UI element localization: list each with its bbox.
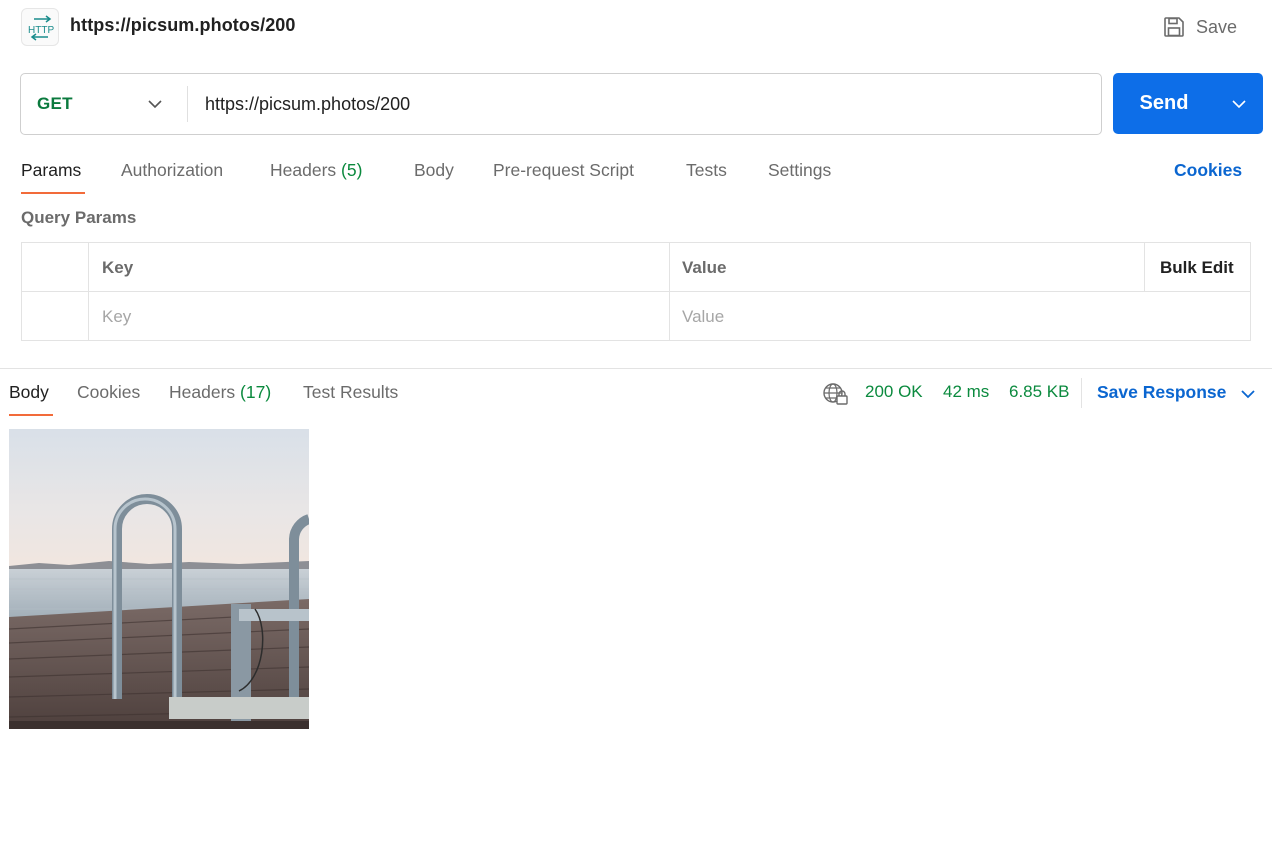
response-status[interactable]: 200 OK	[865, 382, 923, 402]
save-button-label: Save	[1196, 16, 1238, 37]
tab-headers-label: Headers	[270, 160, 337, 180]
tab-body[interactable]: Body	[414, 160, 454, 181]
response-pane-divider[interactable]	[0, 368, 1272, 369]
tab-params[interactable]: Params	[21, 160, 81, 181]
response-tabs: Body Cookies Headers (17) Test Results 2…	[0, 370, 1272, 418]
send-button-group: Send	[1113, 73, 1263, 134]
globe-lock-icon[interactable]	[822, 381, 850, 407]
tab-prerequest-script[interactable]: Pre-request Script	[493, 160, 634, 181]
tab-authorization[interactable]: Authorization	[121, 160, 223, 181]
request-header: HTTP https://picsum.photos/200 Save	[0, 0, 1272, 54]
chevron-down-icon	[148, 100, 162, 109]
save-button[interactable]: Save	[1162, 12, 1252, 42]
key-column-header: Key	[89, 243, 670, 292]
tab-tests[interactable]: Tests	[686, 160, 727, 181]
http-request-icon: HTTP	[21, 8, 59, 46]
floppy-disk-icon	[1164, 17, 1184, 37]
url-bar: GET	[20, 73, 1102, 135]
param-key-input[interactable]	[102, 306, 641, 327]
url-input[interactable]	[205, 88, 1085, 120]
tab-settings[interactable]: Settings	[768, 160, 831, 181]
response-tab-body[interactable]: Body	[9, 382, 49, 403]
method-label: GET	[37, 94, 73, 113]
response-time[interactable]: 42 ms	[943, 382, 989, 402]
method-select[interactable]: GET	[21, 74, 187, 134]
table-row	[22, 292, 1250, 341]
request-tabs: Params Authorization Headers (5) Body Pr…	[0, 150, 1272, 196]
bulk-edit-button[interactable]: Bulk Edit	[1144, 243, 1250, 292]
checkbox-column-header	[22, 243, 89, 292]
tab-headers[interactable]: Headers (5)	[270, 160, 362, 181]
request-title[interactable]: https://picsum.photos/200	[70, 15, 296, 36]
response-size[interactable]: 6.85 KB	[1009, 382, 1070, 402]
response-tab-test-results[interactable]: Test Results	[303, 382, 398, 403]
method-divider	[187, 86, 188, 122]
row-checkbox-cell	[22, 292, 89, 341]
send-options-button[interactable]	[1215, 73, 1263, 134]
table-header-row: Key Value Bulk Edit	[22, 243, 1250, 292]
response-image	[9, 429, 309, 729]
active-response-tab-indicator	[9, 414, 53, 416]
key-cell	[89, 292, 670, 341]
query-params-title: Query Params	[21, 208, 137, 227]
chevron-down-icon[interactable]	[1240, 388, 1256, 400]
save-response-button[interactable]: Save Response	[1097, 382, 1226, 403]
cookies-link[interactable]: Cookies	[1174, 160, 1242, 181]
response-tab-headers[interactable]: Headers (17)	[169, 382, 271, 403]
response-tab-cookies[interactable]: Cookies	[77, 382, 140, 403]
send-button[interactable]: Send	[1113, 73, 1215, 134]
response-tab-headers-label: Headers	[169, 382, 236, 402]
value-cell	[670, 292, 1250, 341]
meta-separator	[1081, 378, 1082, 408]
value-column-header: Value	[682, 257, 727, 277]
param-value-input[interactable]	[682, 306, 1222, 327]
svg-text:HTTP: HTTP	[28, 25, 54, 36]
active-tab-indicator	[21, 192, 85, 194]
query-params-table: Key Value Bulk Edit	[21, 242, 1251, 341]
response-tab-headers-count: (17)	[240, 382, 272, 402]
chevron-down-icon	[1232, 99, 1246, 108]
tab-headers-count: (5)	[341, 160, 363, 180]
